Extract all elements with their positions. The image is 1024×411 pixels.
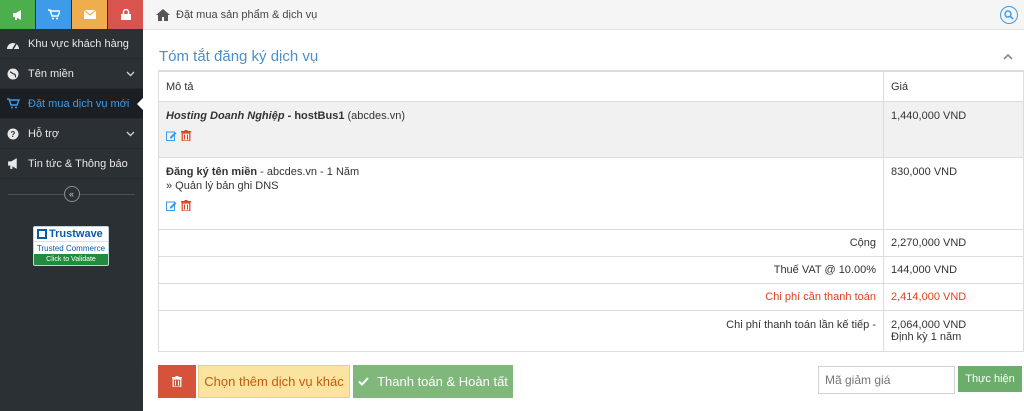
top-header: Đặt mua sản phẩm & dịch vụ bbox=[143, 0, 1024, 30]
item-addon: » Quản lý bản ghi DNS bbox=[166, 180, 279, 192]
recurring-row: Chi phí thanh toán lần kế tiếp - 2,064,0… bbox=[158, 310, 1024, 352]
coupon-input[interactable] bbox=[818, 366, 955, 394]
sidebar: Khu vực khách hàng Tên miền Đặt mua dịch… bbox=[0, 0, 144, 411]
trustwave-seal[interactable]: Trustwave Trusted Commerce Click to Vali… bbox=[33, 226, 109, 266]
globe-icon bbox=[6, 67, 20, 81]
chevron-up-icon[interactable] bbox=[1002, 52, 1014, 62]
logout-button[interactable] bbox=[108, 0, 143, 29]
recurring-amount: 2,064,000 VND bbox=[891, 319, 967, 331]
double-chevron-left-icon: « bbox=[68, 189, 74, 199]
cart-button[interactable] bbox=[36, 0, 71, 29]
checkout-label: Thanh toán & Hoàn tất bbox=[377, 374, 508, 389]
subtotal-row: Cộng 2,270,000 VND bbox=[158, 229, 1024, 257]
sidebar-item-label: Đặt mua dịch vụ mới bbox=[28, 97, 130, 110]
checkout-button[interactable]: Thanh toán & Hoàn tất bbox=[353, 365, 513, 398]
breadcrumb: Đặt mua sản phẩm & dịch vụ bbox=[176, 8, 318, 21]
subtotal-value: 2,270,000 VND bbox=[883, 229, 1024, 257]
sidebar-item-client-area[interactable]: Khu vực khách hàng bbox=[0, 29, 143, 59]
chevron-down-icon bbox=[125, 129, 135, 139]
dashboard-icon bbox=[6, 37, 20, 51]
sidebar-top-buttons bbox=[0, 0, 143, 29]
sidebar-nav: Khu vực khách hàng Tên miền Đặt mua dịch… bbox=[0, 29, 144, 179]
trustwave-validate: Click to Validate bbox=[34, 254, 108, 265]
total-value: 2,414,000 VND bbox=[883, 283, 1024, 311]
item-separator: - bbox=[284, 110, 295, 122]
megaphone-icon bbox=[12, 9, 21, 20]
empty-cart-button[interactable] bbox=[158, 365, 196, 398]
vat-row: Thuế VAT @ 10.00% 144,000 VND bbox=[158, 256, 1024, 284]
trash-icon[interactable] bbox=[181, 200, 192, 212]
subtotal-label: Cộng bbox=[158, 229, 884, 257]
order-summary-table: Mô tả Giá Hosting Doanh Nghiệp - hostBus… bbox=[158, 71, 1024, 352]
trash-icon bbox=[172, 376, 182, 387]
total-label: Chi phí cần thanh toán bbox=[158, 283, 884, 311]
vat-value: 144,000 VND bbox=[883, 256, 1024, 284]
sidebar-collapse-button[interactable]: « bbox=[63, 186, 80, 202]
table-header-row: Mô tả Giá bbox=[158, 71, 1024, 102]
vat-label: Thuế VAT @ 10.00% bbox=[158, 256, 884, 284]
sidebar-item-label: Khu vực khách hàng bbox=[28, 37, 129, 50]
recurring-label: Chi phí thanh toán lần kế tiếp - bbox=[158, 310, 884, 352]
column-header-description: Mô tả bbox=[158, 71, 884, 102]
trustwave-subtitle: Trusted Commerce bbox=[34, 241, 108, 254]
envelope-icon bbox=[83, 10, 96, 19]
trustwave-brand-text: Trustwave bbox=[49, 228, 103, 240]
check-icon bbox=[358, 377, 369, 386]
continue-shopping-button[interactable]: Chọn thêm dịch vụ khác bbox=[198, 365, 350, 398]
column-header-price: Giá bbox=[883, 71, 1024, 102]
svg-text:?: ? bbox=[11, 130, 16, 139]
sidebar-item-support[interactable]: ? Hỗ trợ bbox=[0, 119, 143, 149]
lock-icon bbox=[120, 9, 131, 20]
item-domain: (abcdes.vn) bbox=[344, 110, 405, 122]
trash-icon[interactable] bbox=[181, 130, 192, 142]
sidebar-item-order-new[interactable]: Đặt mua dịch vụ mới bbox=[0, 89, 144, 119]
announcements-button[interactable] bbox=[0, 0, 35, 29]
table-row: Đăng ký tên miền - abcdes.vn - 1 Năm » Q… bbox=[158, 157, 1024, 230]
item-price: 830,000 VND bbox=[883, 157, 1024, 230]
item-detail: - abcdes.vn - 1 Năm bbox=[257, 166, 360, 178]
search-button[interactable] bbox=[1000, 6, 1018, 24]
edit-icon[interactable] bbox=[166, 200, 177, 211]
recurring-value: 2,064,000 VND Định kỳ 1 năm bbox=[883, 310, 1024, 352]
panel-title: Tóm tắt đăng ký dịch vụ bbox=[159, 48, 319, 65]
megaphone-icon bbox=[6, 157, 20, 171]
sidebar-item-label: Tên miền bbox=[28, 67, 74, 80]
sidebar-collapse-row: « bbox=[0, 179, 143, 209]
item-description: Đăng ký tên miền - abcdes.vn - 1 Năm » Q… bbox=[158, 157, 884, 230]
sidebar-item-label: Tin tức & Thông báo bbox=[28, 157, 128, 170]
chevron-down-icon bbox=[125, 69, 135, 79]
cart-icon bbox=[47, 9, 60, 20]
question-icon: ? bbox=[6, 127, 20, 141]
item-plan: hostBus1 bbox=[294, 110, 345, 122]
table-row: Hosting Doanh Nghiệp - hostBus1 (abcdes.… bbox=[158, 101, 1024, 158]
recurring-cycle: Định kỳ 1 năm bbox=[891, 331, 962, 343]
apply-coupon-button[interactable]: Thực hiện bbox=[958, 366, 1022, 392]
home-icon[interactable] bbox=[156, 8, 170, 21]
sidebar-item-label: Hỗ trợ bbox=[28, 127, 60, 140]
total-row: Chi phí cần thanh toán 2,414,000 VND bbox=[158, 283, 1024, 311]
item-price: 1,440,000 VND bbox=[883, 101, 1024, 158]
cart-icon bbox=[6, 97, 20, 111]
edit-icon[interactable] bbox=[166, 130, 177, 141]
messages-button[interactable] bbox=[72, 0, 107, 29]
trustwave-logo: Trustwave bbox=[34, 227, 108, 241]
search-icon bbox=[1004, 10, 1014, 20]
item-name: Hosting Doanh Nghiệp bbox=[166, 110, 285, 122]
sidebar-item-news[interactable]: Tin tức & Thông báo bbox=[0, 149, 143, 179]
item-description: Hosting Doanh Nghiệp - hostBus1 (abcdes.… bbox=[158, 101, 884, 158]
sidebar-item-domains[interactable]: Tên miền bbox=[0, 59, 143, 89]
item-name: Đăng ký tên miền bbox=[166, 166, 258, 178]
